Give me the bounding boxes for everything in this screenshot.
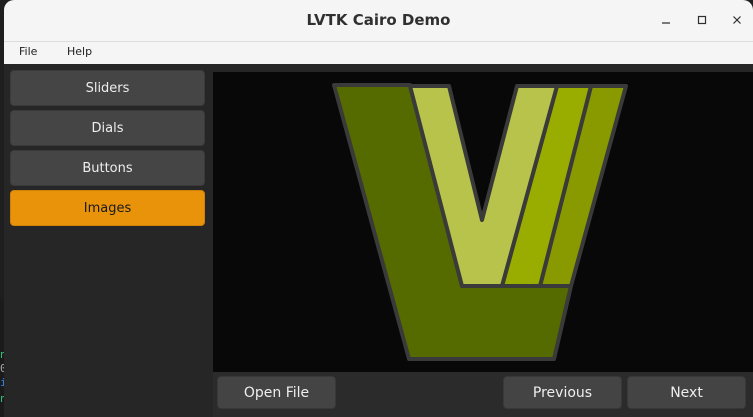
close-icon	[733, 16, 741, 24]
menu-help[interactable]: Help	[67, 45, 92, 58]
image-toolbar: Open File Previous Next	[213, 372, 753, 417]
image-view	[213, 72, 753, 372]
maximize-button[interactable]	[690, 8, 714, 32]
sidebar-item-buttons[interactable]: Buttons	[10, 150, 205, 186]
title-bar: LVTK Cairo Demo	[4, 0, 753, 42]
menu-bar: File Help	[4, 42, 753, 64]
menu-file[interactable]: File	[19, 45, 37, 58]
maximize-icon	[697, 15, 707, 25]
app-window: LVTK Cairo Demo File Help Sliders Dials …	[4, 0, 753, 417]
minimize-button[interactable]	[654, 8, 678, 32]
previous-button[interactable]: Previous	[503, 376, 622, 409]
lvtk-logo	[332, 83, 628, 361]
close-button[interactable]	[725, 8, 749, 32]
sidebar-item-sliders[interactable]: Sliders	[10, 70, 205, 106]
open-file-button[interactable]: Open File	[217, 376, 336, 409]
next-button[interactable]: Next	[627, 376, 746, 409]
sidebar-item-images[interactable]: Images	[10, 190, 205, 226]
window-title: LVTK Cairo Demo	[306, 11, 451, 29]
sidebar-item-dials[interactable]: Dials	[10, 110, 205, 146]
main-content: Sliders Dials Buttons Images Open File P…	[4, 64, 753, 417]
minimize-icon	[662, 22, 670, 24]
